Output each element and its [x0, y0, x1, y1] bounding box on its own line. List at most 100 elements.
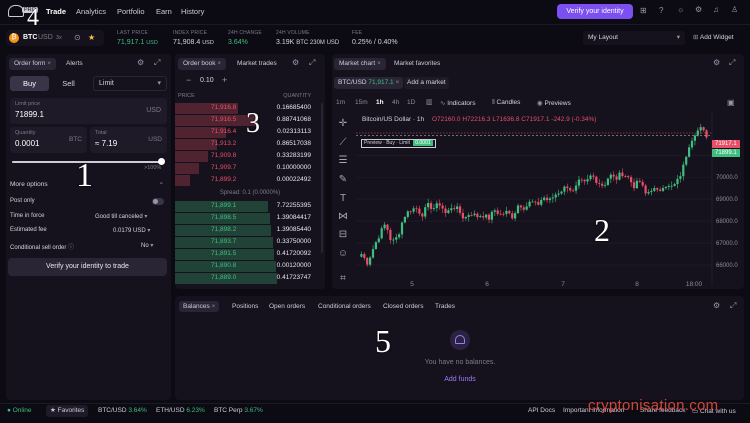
text-tool-icon[interactable]: T — [337, 193, 349, 204]
footer-ticker-btc[interactable]: BTC/USD 3.64% — [98, 407, 147, 414]
tab-order-form[interactable]: Order form × — [9, 58, 57, 70]
conditional-sell-select[interactable]: No ▾ — [141, 242, 153, 249]
total-value[interactable]: ≈ 7.19 — [95, 139, 117, 148]
limit-price-field[interactable]: Limit price 71899.1 USD — [10, 98, 167, 124]
panel-settings-icon[interactable]: ⚙ — [137, 59, 144, 67]
time-in-force-select[interactable]: Good till canceled ▾ — [95, 213, 147, 220]
close-icon[interactable]: × — [210, 303, 216, 310]
emoji-tool-icon[interactable]: ☺ — [337, 248, 349, 259]
ask-row[interactable]: 71,909.7 0.10000000 — [175, 163, 325, 174]
ask-row[interactable]: 71,899.2 0.00022492 — [175, 175, 325, 186]
add-widget-button[interactable]: ⊞ Add Widget — [693, 31, 734, 45]
buy-button[interactable]: Buy — [10, 76, 49, 91]
close-icon[interactable]: × — [377, 60, 381, 67]
verify-to-trade-button[interactable]: Verify your identity to trade — [8, 258, 167, 276]
tab-open-orders[interactable]: Open orders — [265, 301, 309, 312]
add-funds-link[interactable]: Add funds — [360, 376, 560, 383]
camera-icon[interactable]: ▣ — [727, 98, 735, 107]
info-icon[interactable]: ⓘ — [68, 245, 74, 251]
limit-price-value[interactable]: 71899.1 — [15, 110, 44, 119]
pattern-tool-icon[interactable]: ⋈ — [337, 211, 349, 222]
tab-balances[interactable]: Balances × — [179, 301, 220, 312]
bid-row[interactable]: 71,891.5 0.41720092 — [175, 249, 325, 260]
total-field[interactable]: Total ≈ 7.19 USD — [90, 127, 167, 153]
nav-portfolio[interactable]: Portfolio — [117, 7, 145, 16]
expand-icon[interactable]: ⤢ — [730, 302, 736, 310]
nav-trade[interactable]: Trade — [46, 7, 66, 16]
tab-order-book[interactable]: Order book × — [178, 58, 227, 70]
ask-row[interactable]: 71,909.8 0.33283199 — [175, 151, 325, 162]
close-icon[interactable]: × — [47, 60, 51, 67]
api-docs-link[interactable]: API Docs — [528, 407, 555, 414]
quantity-field[interactable]: Quantity 0.0001 BTC — [10, 127, 87, 153]
indicators-button[interactable]: ∿ Indicators — [440, 99, 475, 107]
tab-market-chart[interactable]: Market chart × — [334, 58, 386, 70]
timeframe-1m[interactable]: 1m — [336, 99, 345, 106]
candles-button[interactable]: ⫴ Candles — [492, 99, 520, 107]
post-only-toggle[interactable] — [152, 198, 164, 205]
pair-info-icon[interactable]: ⊙ — [74, 33, 81, 42]
footer-ticker-btc-perp[interactable]: BTC Perp 3.67% — [214, 407, 263, 414]
verify-identity-button[interactable]: Verify your identity — [557, 4, 633, 19]
settings-gear-icon[interactable]: ⚙ — [695, 6, 702, 14]
chart-pair-tab[interactable]: BTC/USD 71,917.1 × — [334, 77, 404, 89]
horizontal-lines-tool-icon[interactable]: ☰ — [337, 155, 349, 166]
favorites-button[interactable]: ★ Favorites — [46, 405, 89, 417]
timeframe-1D[interactable]: 1D — [407, 99, 415, 106]
panel-settings-icon[interactable]: ⚙ — [713, 302, 720, 310]
estimated-fee-select[interactable]: 0.0179 USD ▾ — [113, 227, 150, 234]
tab-trades[interactable]: Trades — [431, 301, 459, 312]
apps-grid-icon[interactable]: ⊞ — [640, 7, 647, 15]
ask-row[interactable]: 71,913.2 0.86517038 — [175, 139, 325, 150]
bid-row[interactable]: 71,899.1 7.72255395 — [175, 201, 325, 212]
bid-row[interactable]: 71,898.2 1.39085440 — [175, 225, 325, 236]
brush-tool-icon[interactable]: ✎ — [337, 174, 349, 185]
close-icon[interactable]: × — [217, 60, 221, 67]
quantity-slider-handle[interactable] — [158, 158, 165, 165]
stat-fee[interactable]: 0.25% / 0.40% — [352, 39, 398, 46]
panel-settings-icon[interactable]: ⚙ — [292, 59, 299, 67]
bid-row[interactable]: 71,890.8 0.00120000 — [175, 261, 325, 272]
tab-conditional-orders[interactable]: Conditional orders — [314, 301, 375, 312]
tab-positions[interactable]: Positions — [228, 301, 262, 312]
layout-select[interactable]: My Layout ▾ — [583, 31, 685, 45]
pair-selector[interactable]: ₿ BTC USD 3x ⊙ ★ — [6, 30, 104, 46]
crosshair-tool-icon[interactable]: ✛ — [337, 118, 349, 129]
timeframe-15m[interactable]: 15m — [355, 99, 368, 106]
account-user-icon[interactable]: ♙ — [731, 6, 738, 14]
close-icon[interactable]: × — [395, 79, 399, 86]
tab-market-favorites[interactable]: Market favorites — [389, 58, 445, 70]
bid-row[interactable]: 71,889.0 0.41723747 — [175, 273, 325, 284]
expand-icon[interactable]: ⤢ — [729, 59, 735, 67]
theme-sun-icon[interactable]: ☼ — [677, 6, 684, 14]
nav-analytics[interactable]: Analytics — [76, 7, 106, 16]
measure-tool-icon[interactable]: ⊟ — [337, 229, 349, 240]
timeframe-1h[interactable]: 1h — [376, 99, 384, 106]
bid-row[interactable]: 71,893.7 0.33750000 — [175, 237, 325, 248]
order-preview-line-label[interactable]: Preview · Buy · Limit 0.0001 — [361, 139, 436, 148]
bid-row[interactable]: 71,898.5 1.39084417 — [175, 213, 325, 224]
favorite-star-icon[interactable]: ★ — [88, 33, 95, 42]
previews-button[interactable]: ◉ Previews — [537, 99, 571, 107]
expand-icon[interactable]: ⤢ — [309, 59, 315, 67]
quantity-value[interactable]: 0.0001 — [15, 139, 39, 148]
chart-type-icon[interactable]: ▥ — [426, 98, 433, 106]
add-market-button[interactable]: Add a market — [404, 77, 449, 89]
order-type-select[interactable]: Limit ▾ — [93, 76, 167, 91]
trendline-tool-icon[interactable]: ⟋ — [337, 137, 349, 148]
tab-alerts[interactable]: Alerts — [61, 58, 88, 70]
nav-history[interactable]: History — [181, 7, 204, 16]
sell-button[interactable]: Sell — [49, 76, 88, 91]
tab-closed-orders[interactable]: Closed orders — [379, 301, 427, 312]
decrement-button[interactable]: − — [186, 75, 191, 85]
timeframe-4h[interactable]: 4h — [392, 99, 399, 106]
price-chart[interactable]: 71000.070000.069000.068000.067000.066000… — [332, 54, 744, 289]
expand-icon[interactable]: ⤢ — [154, 59, 160, 67]
increment-button[interactable]: + — [222, 75, 227, 85]
ruler-tool-icon[interactable]: ⌗ — [337, 273, 349, 284]
price-increment[interactable]: 0.10 — [200, 77, 214, 84]
scrollbar[interactable] — [321, 103, 323, 253]
nav-earn[interactable]: Earn — [156, 7, 172, 16]
panel-settings-icon[interactable]: ⚙ — [713, 59, 720, 67]
notifications-bell-icon[interactable]: ♫ — [713, 6, 719, 14]
